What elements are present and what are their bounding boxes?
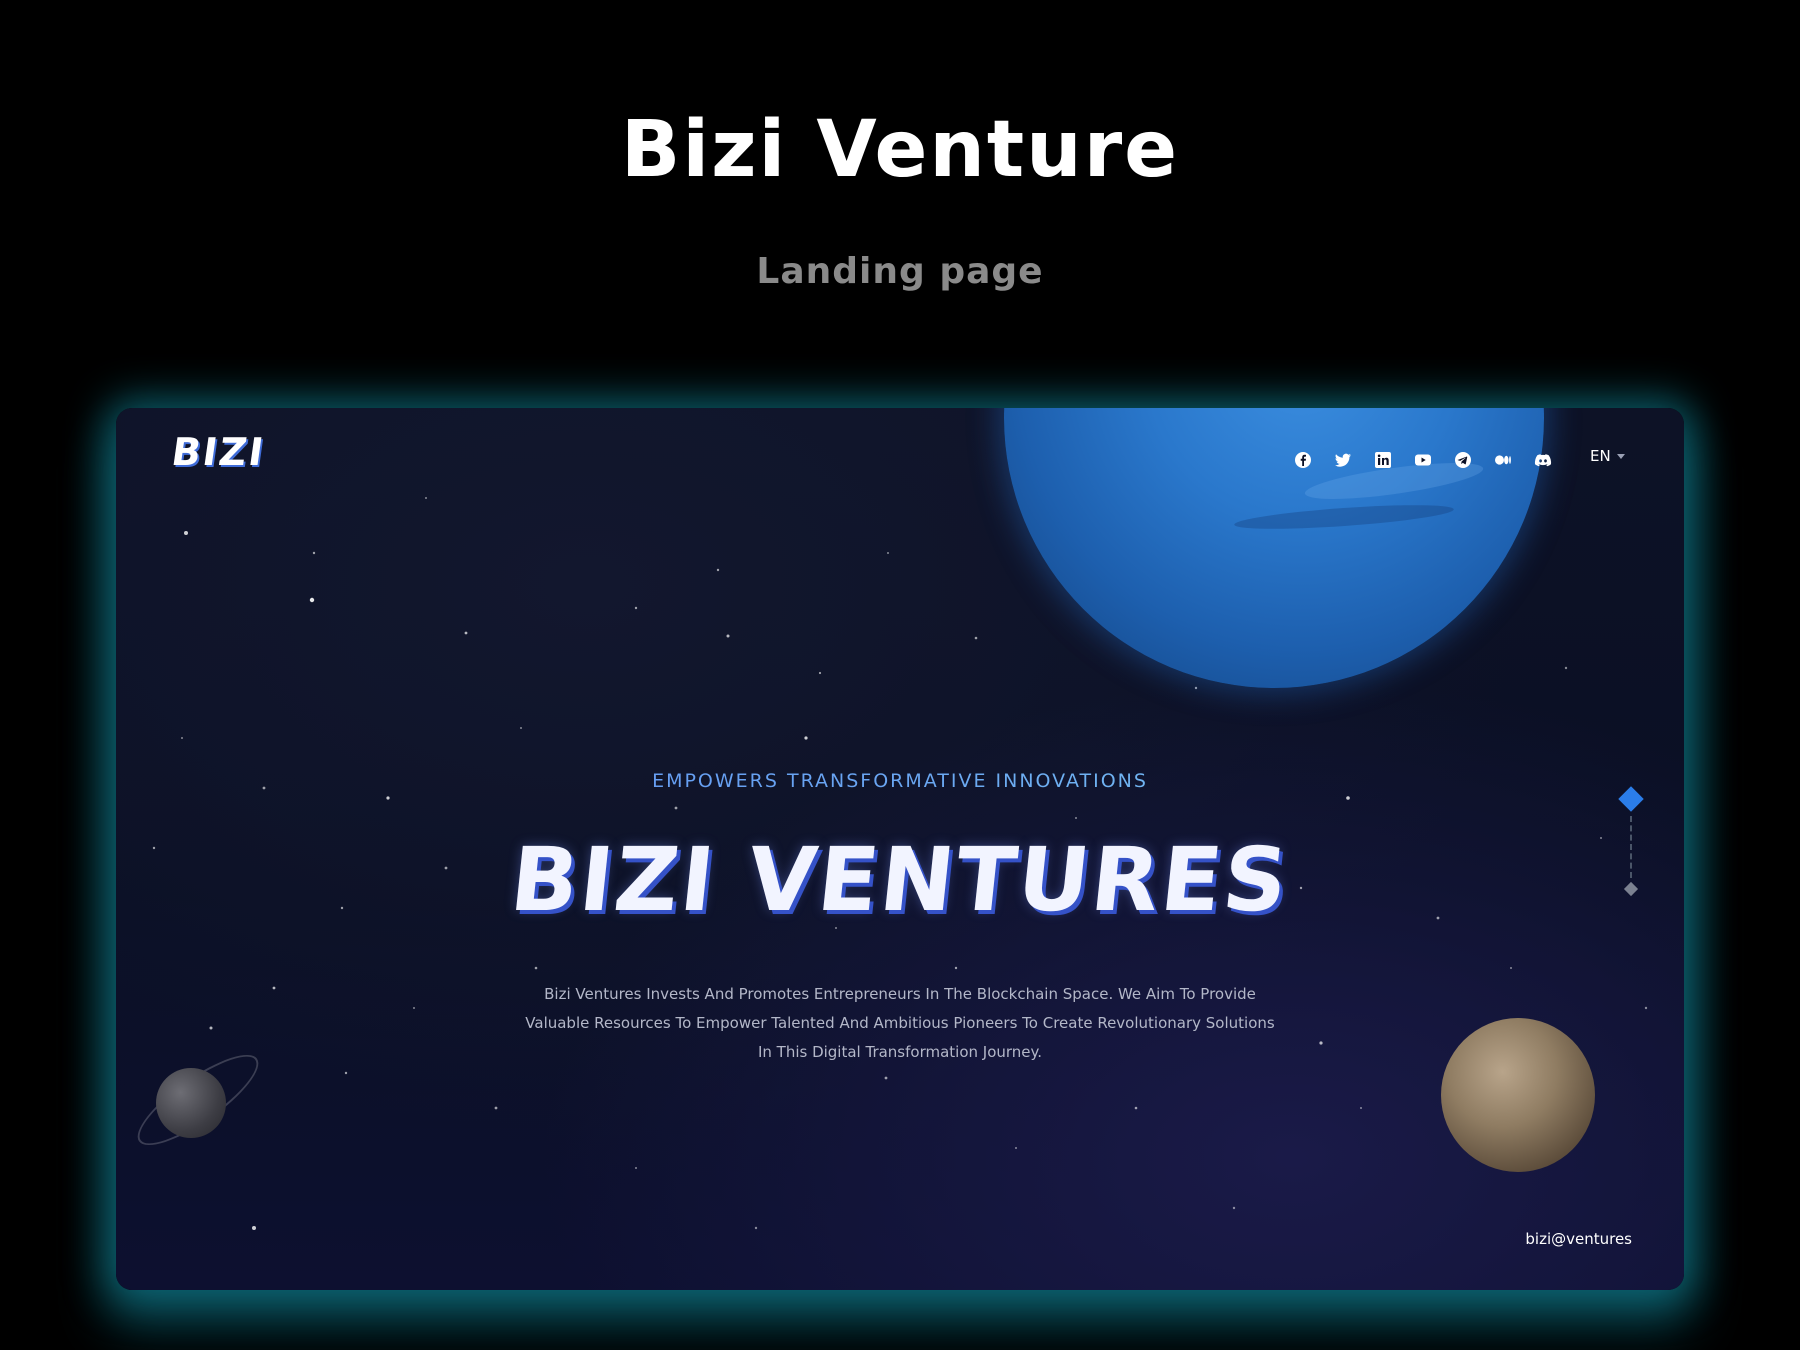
showcase-subtitle: Landing page: [756, 251, 1044, 292]
language-label: EN: [1590, 447, 1611, 465]
language-selector[interactable]: EN: [1590, 447, 1625, 465]
ringed-planet-image: [156, 1068, 226, 1138]
section-pager: [1616, 786, 1646, 906]
logo[interactable]: BIZI: [169, 430, 268, 474]
showcase-title: Bizi Venture: [620, 105, 1180, 195]
telegram-icon[interactable]: [1454, 451, 1472, 469]
pager-dot[interactable]: [1623, 881, 1639, 897]
twitter-icon[interactable]: [1334, 451, 1352, 469]
discord-icon[interactable]: [1534, 451, 1552, 469]
social-nav: [1294, 448, 1552, 472]
landing-page-frame: BIZI EN EMPOWERS TRANSFORMATIVE INNOVATI…: [116, 408, 1684, 1290]
pager-dot-active[interactable]: [1618, 786, 1644, 812]
linkedin-icon[interactable]: [1374, 451, 1392, 469]
pager-connector: [1630, 816, 1632, 878]
facebook-icon[interactable]: [1294, 451, 1312, 469]
medium-icon[interactable]: [1494, 451, 1512, 469]
chevron-down-icon: [1616, 453, 1625, 459]
brown-planet-image: [1441, 1018, 1595, 1172]
contact-email[interactable]: bizi@ventures: [1502, 1230, 1632, 1248]
youtube-icon[interactable]: [1414, 451, 1432, 469]
hero-title: BIZI VENTURES: [505, 828, 1295, 931]
hero-description: Bizi Ventures Invests And Promotes Entre…: [525, 985, 1275, 1061]
hero-tagline: EMPOWERS TRANSFORMATIVE INNOVATIONS: [116, 770, 1684, 792]
